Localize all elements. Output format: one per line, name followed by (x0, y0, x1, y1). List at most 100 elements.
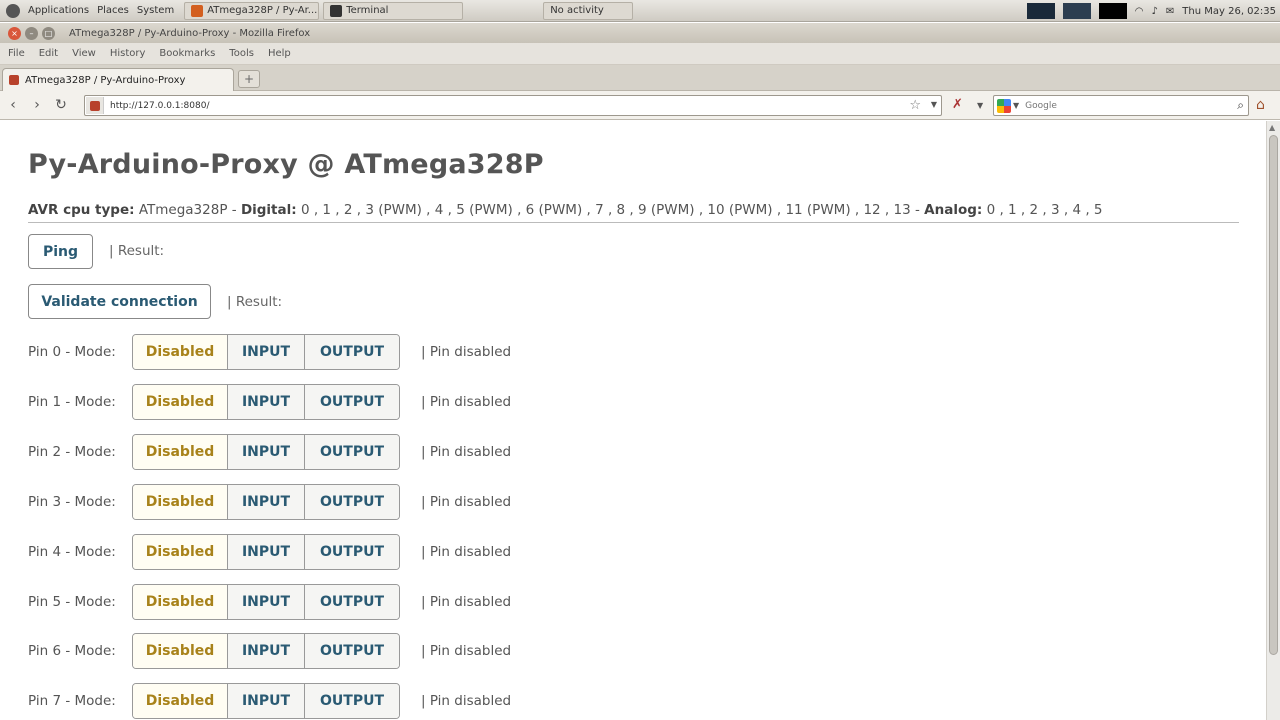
reload-icon[interactable]: ↻ (50, 94, 72, 116)
pin-mode-output-button[interactable]: OUTPUT (305, 684, 399, 718)
pin-status: | Pin disabled (421, 544, 512, 560)
search-icon[interactable]: ⌕ (1237, 98, 1244, 113)
taskbar-item-firefox[interactable]: ATmega328P / Py-Ar... (184, 1, 320, 20)
system-tray: ◠ ♪ ✉ Thu May 26, 02:35 (1026, 0, 1276, 21)
pin-label: Pin 1 - Mode: (28, 394, 116, 410)
pin-mode-input-button[interactable]: INPUT (228, 335, 305, 369)
menu-file[interactable]: File (8, 48, 25, 59)
menu-bookmarks[interactable]: Bookmarks (159, 48, 215, 59)
pin-mode-selector: Disabled INPUT OUTPUT (132, 484, 400, 520)
taskbar-item-terminal[interactable]: Terminal (323, 1, 464, 20)
forward-icon[interactable]: › (26, 94, 48, 116)
ping-result: | Result: (109, 243, 165, 259)
close-icon[interactable]: × (8, 26, 21, 40)
pin-label: Pin 4 - Mode: (28, 544, 116, 560)
pin-mode-input-button[interactable]: INPUT (228, 435, 305, 469)
firefox-icon (191, 4, 204, 17)
pin-mode-output-button[interactable]: OUTPUT (305, 535, 399, 569)
pin-mode-output-button[interactable]: OUTPUT (305, 634, 399, 668)
tab-bar: ATmega328P / Py-Arduino-Proxy + (0, 65, 1280, 91)
addon-dropdown-icon[interactable]: ▼ (977, 101, 983, 110)
pin-mode-input-button[interactable]: INPUT (228, 535, 305, 569)
pin-row: Pin 3 - Mode: Disabled INPUT OUTPUT | Pin di… (28, 484, 511, 520)
maximize-icon[interactable]: □ (42, 26, 55, 40)
terminal-icon (330, 4, 343, 17)
pin-mode-disabled-button[interactable]: Disabled (133, 684, 228, 718)
pin-mode-disabled-button[interactable]: Disabled (133, 535, 228, 569)
pin-mode-selector: Disabled INPUT OUTPUT (132, 384, 400, 420)
system-menus: Applications Places System (0, 3, 174, 18)
pin-status: | Pin disabled (421, 643, 512, 659)
site-identity-icon[interactable] (86, 97, 104, 114)
search-input[interactable] (1025, 100, 1216, 111)
analog-value: 0 , 1 , 2 , 3 , 4 , 5 (986, 202, 1103, 218)
ubuntu-logo-icon (6, 3, 20, 18)
pin-status: | Pin disabled (421, 344, 512, 360)
places-menu[interactable]: Places (97, 5, 129, 16)
pin-mode-disabled-button[interactable]: Disabled (133, 385, 228, 419)
new-tab-button[interactable]: + (238, 70, 260, 88)
url-bar[interactable]: ☆ ▼ (84, 95, 942, 116)
pin-mode-disabled-button[interactable]: Disabled (133, 485, 228, 519)
google-icon[interactable] (997, 98, 1011, 113)
menu-tools[interactable]: Tools (229, 48, 254, 59)
pin-label: Pin 6 - Mode: (28, 643, 116, 659)
pin-row: Pin 7 - Mode: Disabled INPUT OUTPUT | Pin di… (28, 683, 511, 719)
back-icon[interactable]: ‹ (2, 94, 24, 116)
system-menu[interactable]: System (137, 5, 174, 16)
window-titlebar[interactable]: × – □ ATmega328P / Py-Arduino-Proxy - Mo… (0, 23, 1280, 43)
minimize-icon[interactable]: – (25, 26, 38, 40)
system-panel: Applications Places System ATmega328P / … (0, 0, 1280, 22)
menu-view[interactable]: View (72, 48, 96, 59)
pin-mode-disabled-button[interactable]: Disabled (133, 585, 228, 619)
pin-mode-input-button[interactable]: INPUT (228, 485, 305, 519)
pin-row: Pin 4 - Mode: Disabled INPUT OUTPUT | Pin di… (28, 534, 511, 570)
clock[interactable]: Thu May 26, 02:35 (1182, 6, 1276, 17)
pin-mode-disabled-button[interactable]: Disabled (133, 335, 228, 369)
pin-mode-output-button[interactable]: OUTPUT (305, 585, 399, 619)
cpu-label: AVR cpu type: (28, 202, 135, 218)
taskbar-item-label: Terminal (346, 5, 389, 16)
search-bar[interactable]: ▼ ⌕ (993, 95, 1249, 116)
pin-label: Pin 0 - Mode: (28, 344, 116, 360)
pin-mode-disabled-button[interactable]: Disabled (133, 634, 228, 668)
home-icon[interactable]: ⌂ (1256, 97, 1265, 113)
pin-mode-input-button[interactable]: INPUT (228, 385, 305, 419)
pin-row: Pin 6 - Mode: Disabled INPUT OUTPUT | Pin di… (28, 633, 511, 669)
taskbar-item-activity[interactable]: No activity (543, 1, 634, 20)
pin-mode-input-button[interactable]: INPUT (228, 684, 305, 718)
cpu-info: AVR cpu type: ATmega328P - Digital: 0 , … (28, 202, 1239, 223)
pin-mode-input-button[interactable]: INPUT (228, 585, 305, 619)
pin-mode-output-button[interactable]: OUTPUT (305, 335, 399, 369)
navigation-bar: ‹ › ↻ ☆ ▼ ✗ ▼ ▼ ⌕ ⌂ (0, 91, 1280, 120)
applications-menu[interactable]: Applications (28, 5, 89, 16)
url-input[interactable] (110, 100, 890, 111)
pin-label: Pin 2 - Mode: (28, 444, 116, 460)
pin-label: Pin 3 - Mode: (28, 494, 116, 510)
pin-mode-output-button[interactable]: OUTPUT (305, 385, 399, 419)
validate-connection-button[interactable]: Validate connection (28, 284, 211, 319)
pin-mode-disabled-button[interactable]: Disabled (133, 435, 228, 469)
addon-icon[interactable]: ✗ (952, 97, 963, 112)
mail-icon[interactable]: ✉ (1166, 6, 1174, 17)
url-dropdown-icon[interactable]: ▼ (931, 100, 937, 109)
tab-active[interactable]: ATmega328P / Py-Arduino-Proxy (2, 68, 234, 91)
bookmark-star-icon[interactable]: ☆ (909, 98, 921, 113)
scroll-up-icon[interactable]: ▲ (1269, 123, 1275, 132)
pin-status: | Pin disabled (421, 494, 512, 510)
pin-mode-output-button[interactable]: OUTPUT (305, 435, 399, 469)
volume-icon[interactable]: ♪ (1152, 6, 1158, 17)
ping-button[interactable]: Ping (28, 234, 93, 269)
pin-mode-input-button[interactable]: INPUT (228, 634, 305, 668)
vertical-scrollbar[interactable]: ▲ (1266, 121, 1280, 720)
pin-row: Pin 0 - Mode: Disabled INPUT OUTPUT | Pin di… (28, 334, 511, 370)
menu-help[interactable]: Help (268, 48, 291, 59)
scrollbar-thumb[interactable] (1269, 135, 1278, 655)
wifi-icon[interactable]: ◠ (1135, 6, 1144, 17)
menu-history[interactable]: History (110, 48, 146, 59)
search-engine-dropdown-icon[interactable]: ▼ (1013, 101, 1019, 110)
cpu-monitor-icon (1026, 3, 1055, 19)
menu-edit[interactable]: Edit (39, 48, 58, 59)
favicon-icon (9, 75, 19, 85)
pin-mode-output-button[interactable]: OUTPUT (305, 485, 399, 519)
